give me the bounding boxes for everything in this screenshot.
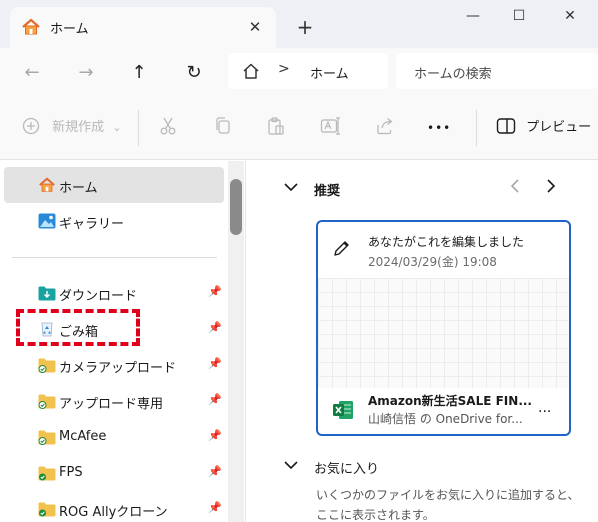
scrollbar-thumb[interactable] xyxy=(230,179,242,235)
address-bar[interactable]: > ホーム xyxy=(228,53,388,89)
command-separator xyxy=(476,110,477,146)
sidebar-item-fps[interactable]: FPS 📌 xyxy=(4,455,224,491)
forward-button[interactable]: → xyxy=(72,59,100,87)
card-thumbnail xyxy=(318,278,569,388)
tab-home[interactable]: ホーム ✕ xyxy=(10,7,276,48)
pin-icon[interactable]: 📌 xyxy=(208,321,222,334)
folder-icon xyxy=(38,393,56,409)
sidebar-item-home[interactable]: ホーム xyxy=(4,167,224,203)
section-title: 推奨 xyxy=(314,184,341,199)
sidebar-item-label: アップロード専用 xyxy=(59,397,164,412)
new-button[interactable]: 新規作成 ⌄ xyxy=(22,116,122,140)
minimize-button[interactable]: — xyxy=(450,4,496,28)
sidebar-item-rog-ally-clone[interactable]: ROG Allyクローン 📌 xyxy=(4,491,224,522)
download-folder-icon xyxy=(38,285,56,301)
gallery-icon xyxy=(38,213,56,229)
chevron-down-icon xyxy=(283,180,299,198)
pin-icon[interactable]: 📌 xyxy=(208,357,222,370)
sidebar-item-label: ROG Allyクローン xyxy=(59,505,168,520)
navigation-pane: ホーム ギャラリー ダウンロード 📌 ごみ箱 📌 カメラアップロード 📌 アップ… xyxy=(0,161,246,522)
chevron-down-icon xyxy=(283,458,299,476)
carousel-next-icon[interactable] xyxy=(544,177,558,199)
folder-icon xyxy=(38,501,56,517)
sidebar-scrollbar[interactable] xyxy=(228,161,244,522)
tab-close-button[interactable]: ✕ xyxy=(244,16,266,38)
home-outline-icon xyxy=(242,62,260,84)
preview-button[interactable]: プレビュー xyxy=(496,116,591,140)
clipboard-icon xyxy=(268,117,284,135)
card-date: 2024/03/29(金) 19:08 xyxy=(368,255,497,269)
copy-icon xyxy=(216,117,230,134)
excel-icon xyxy=(332,400,354,424)
breadcrumb-separator: > xyxy=(278,61,290,77)
pin-icon[interactable]: 📌 xyxy=(208,429,222,442)
sidebar-divider xyxy=(12,257,217,258)
new-tab-button[interactable]: + xyxy=(292,14,318,40)
refresh-button[interactable]: ↻ xyxy=(180,59,208,87)
paste-button[interactable] xyxy=(266,116,286,140)
rename-button[interactable] xyxy=(320,116,342,140)
sidebar-item-label: ギャラリー xyxy=(59,217,125,232)
sidebar-item-upload-only[interactable]: アップロード専用 📌 xyxy=(4,383,224,419)
preview-label: プレビュー xyxy=(526,120,592,135)
card-file-name: Amazon新生活SALE FIN... xyxy=(368,394,532,408)
search-placeholder: ホームの検索 xyxy=(414,67,492,82)
new-label: 新規作成 xyxy=(52,120,105,135)
sidebar-item-label: ホーム xyxy=(59,181,98,196)
address-row: ← → ↑ ↻ > ホーム ホームの検索 xyxy=(0,48,598,96)
sidebar-item-downloads[interactable]: ダウンロード 📌 xyxy=(4,275,224,311)
carousel-prev-icon[interactable] xyxy=(508,177,522,199)
sidebar-item-label: FPS xyxy=(59,465,83,480)
preview-pane-icon xyxy=(496,118,516,134)
sidebar-item-label: ダウンロード xyxy=(59,289,138,304)
more-options-button[interactable]: ••• xyxy=(427,116,451,140)
copy-button[interactable] xyxy=(213,116,233,140)
breadcrumb-home[interactable]: ホーム xyxy=(310,63,349,82)
tab-bar: ホーム ✕ + — ☐ ✕ xyxy=(0,0,598,48)
share-button[interactable] xyxy=(375,116,395,140)
sidebar-item-camera-upload[interactable]: カメラアップロード 📌 xyxy=(4,347,224,383)
command-bar: 新規作成 ⌄ ••• プレビュー xyxy=(0,96,598,160)
edit-pencil-icon xyxy=(332,238,352,262)
home-icon xyxy=(21,17,41,41)
card-owner: 山崎信悟 の OneDrive for... xyxy=(368,412,523,426)
favorites-empty-hint: いくつかのファイルをお気に入りに追加すると、ここに表示されます。 xyxy=(316,488,580,522)
scissors-icon xyxy=(160,117,176,135)
window-close-button[interactable]: ✕ xyxy=(547,4,593,28)
command-separator xyxy=(138,110,139,146)
folder-icon xyxy=(38,465,56,481)
section-title: お気に入り xyxy=(314,462,380,477)
folder-icon xyxy=(38,357,56,373)
rename-icon xyxy=(320,117,340,135)
back-button[interactable]: ← xyxy=(18,59,46,87)
up-button[interactable]: ↑ xyxy=(125,59,153,87)
pin-icon[interactable]: 📌 xyxy=(208,393,222,406)
cut-button[interactable] xyxy=(158,116,178,140)
pin-icon[interactable]: 📌 xyxy=(208,285,222,298)
folder-icon xyxy=(38,429,56,445)
highlight-annotation xyxy=(16,309,140,346)
sidebar-item-label: カメラアップロード xyxy=(59,361,177,376)
maximize-button[interactable]: ☐ xyxy=(496,4,542,28)
sidebar-item-label: McAfee xyxy=(59,429,107,444)
sidebar-item-gallery[interactable]: ギャラリー xyxy=(4,203,224,239)
pin-icon[interactable]: 📌 xyxy=(208,501,222,514)
recommended-file-card[interactable]: あなたがこれを編集しました 2024/03/29(金) 19:08 Amazon… xyxy=(316,220,571,436)
tab-title: ホーム xyxy=(50,22,89,37)
card-activity: あなたがこれを編集しました xyxy=(368,235,525,249)
add-circle-icon xyxy=(22,117,40,135)
chevron-down-icon: ⌄ xyxy=(112,121,122,134)
search-box[interactable]: ホームの検索 xyxy=(396,53,598,89)
card-more-button[interactable]: ... xyxy=(538,400,551,416)
pin-icon[interactable]: 📌 xyxy=(208,465,222,478)
home-icon xyxy=(38,176,56,192)
sidebar-item-mcafee[interactable]: McAfee 📌 xyxy=(4,419,224,455)
share-icon xyxy=(377,117,393,135)
